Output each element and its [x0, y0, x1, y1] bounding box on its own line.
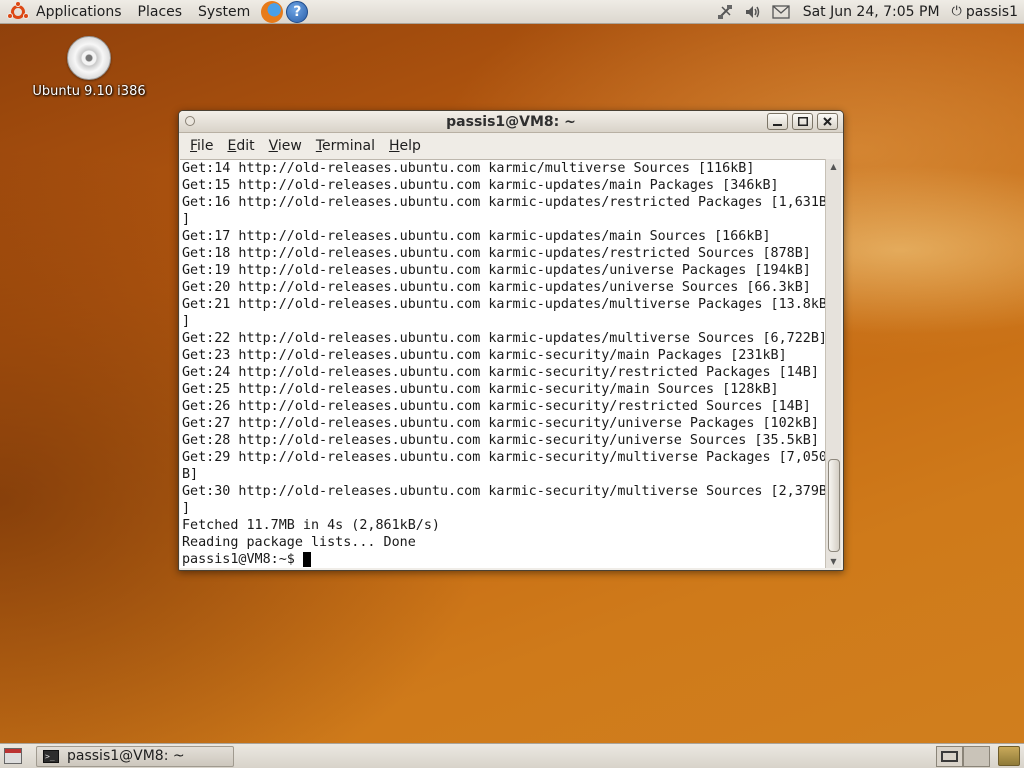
user-name: passis1 [965, 3, 1018, 20]
menu-view[interactable]: View [262, 133, 309, 159]
terminal-prompt-line[interactable]: passis1@VM8:~$ [180, 551, 825, 568]
maximize-button[interactable] [792, 113, 813, 130]
terminal-line: Reading package lists... Done [182, 535, 416, 550]
window-titlebar[interactable]: passis1@VM8: ~ [179, 111, 843, 133]
minimize-button[interactable] [767, 113, 788, 130]
firefox-icon[interactable] [261, 0, 284, 23]
power-icon: ⏻ [951, 4, 962, 19]
terminal-menubar: File Edit View Terminal Help [179, 133, 843, 159]
terminal-line: Get:22 http://old-releases.ubuntu.com ka… [182, 331, 825, 346]
terminal-line: ] [182, 314, 191, 329]
terminal-line: Get:15 http://old-releases.ubuntu.com ka… [182, 178, 779, 193]
terminal-line: ] [182, 212, 191, 227]
terminal-line: B] [182, 467, 199, 482]
workspace-2[interactable] [963, 745, 990, 767]
terminal-line: Get:18 http://old-releases.ubuntu.com ka… [182, 246, 811, 261]
system-menu[interactable]: System [190, 0, 258, 24]
bottom-panel: >_ passis1@VM8: ~ [0, 743, 1024, 768]
desktop-icon-label: Ubuntu 9.10 i386 [32, 84, 146, 99]
help-icon[interactable]: ? [286, 0, 309, 23]
terminal-line: Get:17 http://old-releases.ubuntu.com ka… [182, 229, 771, 244]
workspace-1[interactable] [936, 745, 963, 767]
panel-tray: Sat Jun 24, 7:05 PM ⏻ passis1 [711, 0, 1024, 24]
trash-icon[interactable] [998, 746, 1020, 766]
terminal-line: Get:21 http://old-releases.ubuntu.com ka… [182, 297, 825, 312]
shell-prompt: passis1@VM8:~$ [182, 552, 295, 567]
terminal-line: Get:25 http://old-releases.ubuntu.com ka… [182, 382, 779, 397]
ubuntu-logo-icon[interactable] [7, 0, 29, 22]
scroll-up-arrow-icon[interactable]: ▲ [826, 159, 841, 173]
terminal-screen[interactable]: Get:14 http://old-releases.ubuntu.com ka… [180, 159, 825, 568]
menu-file[interactable]: File [183, 133, 220, 159]
terminal-icon: >_ [43, 749, 59, 763]
mail-icon[interactable] [771, 2, 791, 22]
terminal-line: Get:19 http://old-releases.ubuntu.com ka… [182, 263, 811, 278]
terminal-line: Get:27 http://old-releases.ubuntu.com ka… [182, 416, 819, 431]
cd-icon [67, 36, 111, 80]
scrollbar-thumb[interactable] [828, 459, 840, 552]
applications-menu[interactable]: Applications [28, 0, 130, 24]
terminal-line: Get:29 http://old-releases.ubuntu.com ka… [182, 450, 825, 465]
taskbar-item-label: passis1@VM8: ~ [67, 748, 185, 764]
window-title: passis1@VM8: ~ [446, 114, 576, 130]
network-icon[interactable] [715, 2, 735, 22]
show-desktop-icon[interactable] [4, 748, 22, 764]
desktop-icon-ubuntu-cd[interactable]: Ubuntu 9.10 i386 [24, 36, 154, 99]
terminal-line: Get:24 http://old-releases.ubuntu.com ka… [182, 365, 819, 380]
terminal-scrollbar[interactable]: ▲ ▼ [825, 159, 841, 568]
volume-icon[interactable] [743, 2, 763, 22]
top-panel: Applications Places System ? Sat Jun 24,… [0, 0, 1024, 24]
terminal-line: Get:23 http://old-releases.ubuntu.com ka… [182, 348, 787, 363]
terminal-output: Get:14 http://old-releases.ubuntu.com ka… [180, 160, 825, 551]
menu-help[interactable]: Help [382, 133, 428, 159]
taskbar-item-terminal[interactable]: >_ passis1@VM8: ~ [36, 745, 234, 767]
scroll-down-arrow-icon[interactable]: ▼ [826, 554, 841, 568]
terminal-line: Get:28 http://old-releases.ubuntu.com ka… [182, 433, 819, 448]
terminal-line: ] [182, 501, 191, 516]
terminal-line: Get:16 http://old-releases.ubuntu.com ka… [182, 195, 825, 210]
terminal-line: Fetched 11.7MB in 4s (2,861kB/s) [182, 518, 440, 533]
menu-terminal[interactable]: Terminal [309, 133, 382, 159]
terminal-line: Get:14 http://old-releases.ubuntu.com ka… [182, 161, 755, 176]
places-menu[interactable]: Places [130, 0, 191, 24]
clock[interactable]: Sat Jun 24, 7:05 PM [795, 4, 948, 20]
workspace-switcher [936, 745, 990, 767]
terminal-line: Get:26 http://old-releases.ubuntu.com ka… [182, 399, 811, 414]
user-menu[interactable]: ⏻ passis1 [948, 4, 1024, 20]
text-cursor [302, 552, 311, 567]
terminal-line: Get:30 http://old-releases.ubuntu.com ka… [182, 484, 825, 499]
terminal-line: Get:20 http://old-releases.ubuntu.com ka… [182, 280, 811, 295]
terminal-window: passis1@VM8: ~ File Edit View Terminal H… [178, 110, 844, 571]
menu-edit[interactable]: Edit [220, 133, 261, 159]
close-button[interactable] [817, 113, 838, 130]
